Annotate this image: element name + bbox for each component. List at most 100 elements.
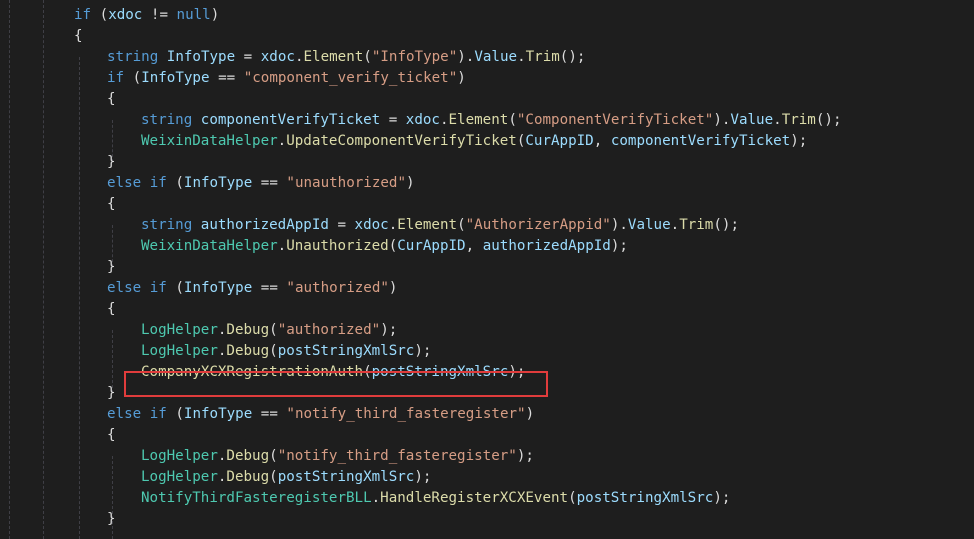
code-line: { (107, 89, 116, 110)
code-token: ( (269, 448, 278, 464)
code-token: ); (516, 448, 534, 464)
indent-guide (9, 0, 10, 539)
code-token: . (277, 133, 287, 149)
code-token: == (252, 175, 287, 191)
code-line: WeixinDataHelper.Unauthorized(CurAppID, … (141, 236, 628, 257)
code-token: . (773, 112, 782, 128)
code-line: } (107, 383, 116, 404)
code-token: "authorized" (286, 280, 389, 296)
code-token: ( (269, 469, 278, 485)
code-line: { (74, 26, 83, 47)
code-token: ); (380, 322, 398, 338)
code-token: Debug (226, 448, 270, 464)
code-token: . (371, 490, 381, 506)
code-token: ( (363, 49, 372, 65)
code-line: LogHelper.Debug(postStringXmlSrc); (141, 341, 431, 362)
code-token: NotifyThirdFasteregisterBLL (141, 490, 372, 506)
code-token: Unauthorized (286, 238, 389, 254)
code-token: ( (269, 343, 278, 359)
code-token: Debug (226, 322, 270, 338)
code-line: LogHelper.Debug("notify_third_fasteregis… (141, 446, 534, 467)
code-token: ( (124, 70, 142, 86)
code-editor[interactable]: if (xdoc != null) { string InfoType = xdoc… (0, 0, 974, 539)
code-token: { (74, 28, 83, 44)
code-token: HandleRegisterXCXEvent (380, 490, 569, 506)
code-token: = (235, 49, 261, 65)
code-token: postStringXmlSrc (277, 343, 415, 359)
code-token: ) (210, 7, 220, 23)
code-token: xdoc (405, 112, 440, 128)
code-token: componentVerifyTicket (610, 133, 791, 149)
code-token: . (670, 217, 680, 233)
code-token: if (149, 280, 167, 296)
code-token: "unauthorized" (286, 175, 407, 191)
code-token: InfoType (183, 406, 253, 422)
code-token: string (141, 112, 193, 128)
code-token: == (252, 406, 287, 422)
code-line: string InfoType = xdoc. Element("InfoType… (107, 47, 585, 68)
code-line: else if (InfoType == "unauthorized") (107, 173, 415, 194)
code-token: authorizedAppId (482, 238, 611, 254)
code-line: if (xdoc != null) (74, 5, 219, 26)
code-line: } (107, 257, 116, 278)
code-token: { (107, 427, 116, 443)
code-token: UpdateComponentVerifyTicket (286, 133, 517, 149)
code-token: { (107, 196, 116, 212)
code-token: } (107, 259, 116, 275)
code-token: } (107, 511, 116, 527)
code-token: string (141, 217, 193, 233)
code-token: if (107, 70, 125, 86)
code-token: CurAppID (397, 238, 466, 254)
code-token: ); (790, 133, 808, 149)
code-token: LogHelper (141, 448, 218, 464)
code-line: if (InfoType == "component_verify_ticket… (107, 68, 466, 89)
code-token: CurAppID (525, 133, 594, 149)
code-token: == (252, 280, 287, 296)
code-line: LogHelper.Debug("authorized"); (141, 320, 397, 341)
code-token: } (107, 385, 116, 401)
code-token: (); (559, 49, 586, 65)
code-token: Debug (226, 469, 270, 485)
code-token: InfoType (183, 175, 253, 191)
code-token: string (107, 49, 159, 65)
code-token: else (107, 175, 142, 191)
code-token: xdoc (108, 7, 143, 23)
code-token: Trim (679, 217, 714, 233)
code-token: if (74, 7, 92, 23)
code-token: } (107, 154, 116, 170)
code-line: { (107, 299, 116, 320)
code-line: WeixinDataHelper.UpdateComponentVerifyTi… (141, 131, 807, 152)
code-token: ( (166, 280, 184, 296)
code-token: ( (388, 238, 398, 254)
code-token: Value (730, 112, 774, 128)
code-token: "component_verify_ticket" (243, 70, 458, 86)
code-line: NotifyThirdFasteregisterBLL.HandleRegist… (141, 488, 730, 509)
code-token: ). (457, 49, 475, 65)
code-token: = (328, 217, 355, 233)
code-token: "ComponentVerifyTicket" (516, 112, 714, 128)
code-line: string authorizedAppId = xdoc.Element("A… (141, 215, 739, 236)
code-line: else if (InfoType == "notify_third_faste… (107, 404, 534, 425)
code-token: ); (610, 238, 628, 254)
code-token: ( (166, 175, 184, 191)
code-token: ( (508, 112, 517, 128)
code-token: Element (448, 112, 509, 128)
code-token: WeixinDataHelper (141, 133, 278, 149)
code-token: ) (525, 406, 535, 422)
code-token: Trim (525, 49, 560, 65)
code-token: LogHelper (141, 469, 218, 485)
code-token: LogHelper (141, 322, 218, 338)
code-token: Debug (226, 343, 270, 359)
code-token: ) (388, 280, 398, 296)
code-token: != (142, 7, 177, 23)
code-token: { (107, 301, 116, 317)
code-token: ( (269, 322, 278, 338)
code-token: WeixinDataHelper (141, 238, 278, 254)
code-line: { (107, 425, 116, 446)
code-token: LogHelper (141, 343, 218, 359)
